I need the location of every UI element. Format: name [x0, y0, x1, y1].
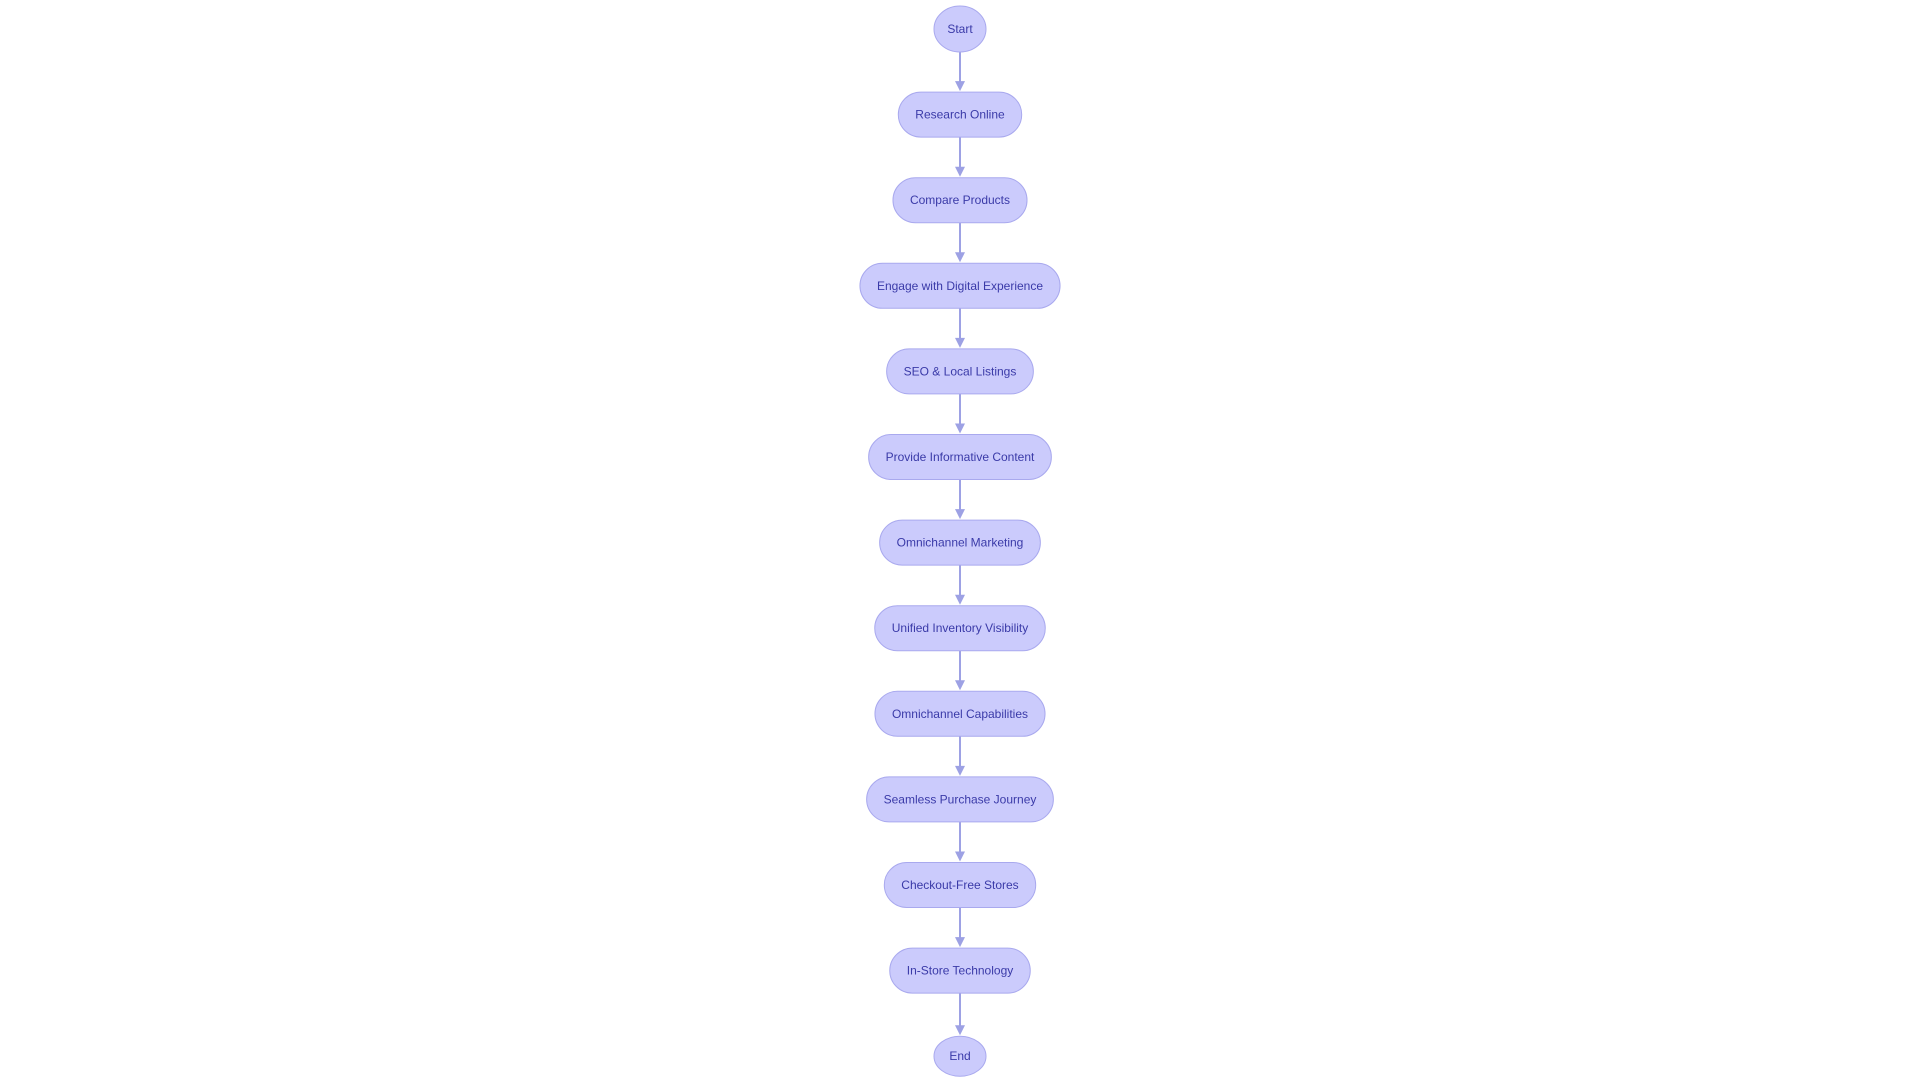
edge-start-to-research-online: [955, 52, 965, 92]
node-compare-products: Compare Products: [892, 177, 1028, 224]
node-label: Compare Products: [910, 193, 1010, 207]
node-in-store-tech: In-Store Technology: [889, 947, 1031, 994]
edge-unified-inventory-to-omnichannel-capabilities: [955, 650, 965, 691]
edge-research-online-to-compare-products: [955, 137, 965, 177]
arrowhead-icon: [955, 81, 965, 92]
node-engage-digital: Engage with Digital Experience: [859, 262, 1061, 309]
node-label: Unified Inventory Visibility: [892, 621, 1029, 635]
edge-engage-digital-to-seo-local: [955, 308, 965, 348]
arrowhead-icon: [955, 765, 965, 776]
node-unified-inventory: Unified Inventory Visibility: [874, 605, 1046, 652]
node-label: SEO & Local Listings: [904, 364, 1017, 378]
node-label: Seamless Purchase Journey: [884, 792, 1037, 806]
arrowhead-icon: [955, 252, 965, 263]
edge-seo-local-to-informative-content: [955, 393, 965, 434]
node-seo-local: SEO & Local Listings: [886, 348, 1034, 395]
arrowhead-icon: [955, 680, 965, 691]
node-start: Start: [933, 5, 987, 53]
node-omnichannel-capabilities: Omnichannel Capabilities: [874, 690, 1046, 737]
flowchart: Start Research Online Compare Products Enga…: [859, 5, 1061, 1077]
arrowhead-icon: [955, 166, 965, 177]
node-label: Omnichannel Marketing: [897, 536, 1024, 550]
arrowhead-icon: [955, 509, 965, 520]
node-label: Research Online: [915, 108, 1005, 122]
edge-seamless-purchase-to-checkout-free: [955, 821, 965, 862]
node-label: Provide Informative Content: [886, 450, 1035, 464]
node-label: In-Store Technology: [907, 964, 1014, 978]
node-omnichannel-marketing: Omnichannel Marketing: [879, 519, 1041, 566]
arrowhead-icon: [955, 937, 965, 948]
node-label: Omnichannel Capabilities: [892, 707, 1028, 721]
node-label: Checkout-Free Stores: [901, 878, 1018, 892]
arrowhead-icon: [955, 851, 965, 862]
node-label: Start: [947, 22, 973, 36]
edge-omnichannel-capabilities-to-seamless-purchase: [955, 736, 965, 776]
node-seamless-purchase: Seamless Purchase Journey: [866, 776, 1054, 823]
node-label: End: [949, 1049, 970, 1063]
arrowhead-icon: [955, 1025, 965, 1036]
edge-omnichannel-marketing-to-unified-inventory: [955, 565, 965, 605]
edge-informative-content-to-omnichannel-marketing: [955, 479, 965, 520]
edge-compare-products-to-engage-digital: [955, 222, 965, 263]
node-informative-content: Provide Informative Content: [868, 434, 1052, 480]
edge-in-store-tech-to-end: [955, 993, 965, 1036]
arrowhead-icon: [955, 337, 965, 348]
edge-checkout-free-to-in-store-tech: [955, 907, 965, 948]
node-end: End: [933, 1035, 987, 1077]
node-checkout-free: Checkout-Free Stores: [883, 862, 1037, 908]
node-label: Engage with Digital Experience: [877, 279, 1043, 293]
arrowhead-icon: [955, 594, 965, 605]
arrowhead-icon: [955, 423, 965, 434]
node-research-online: Research Online: [897, 91, 1023, 138]
